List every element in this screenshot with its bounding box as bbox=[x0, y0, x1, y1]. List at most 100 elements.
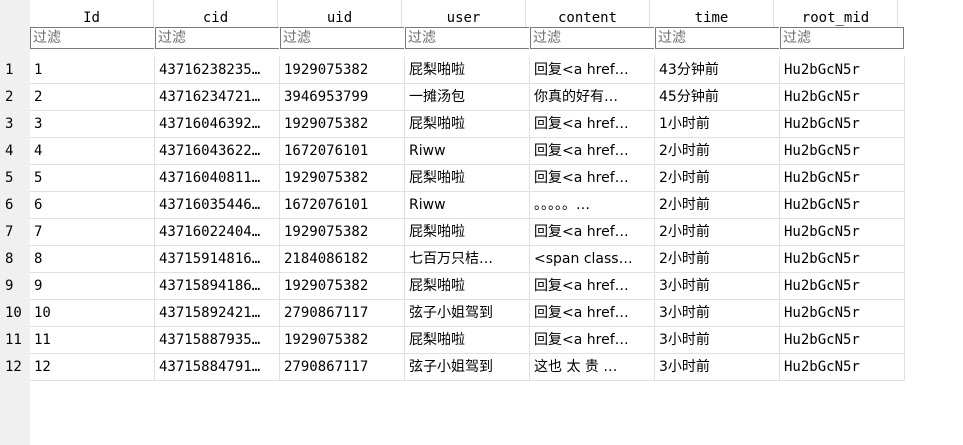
cell-time[interactable]: 2小时前 bbox=[655, 246, 780, 273]
cell-cid[interactable]: 43716238235… bbox=[155, 57, 280, 84]
cell-root-mid[interactable]: Hu2bGcN5r bbox=[780, 300, 905, 327]
cell-uid[interactable]: 1929075382 bbox=[280, 57, 405, 84]
table-row[interactable]: 7 7 43716022404… 1929075382 屁梨啪啦 回复<a hr… bbox=[0, 219, 905, 246]
filter-input-uid[interactable] bbox=[280, 27, 404, 49]
cell-uid[interactable]: 1929075382 bbox=[280, 219, 405, 246]
cell-cid[interactable]: 43716043622… bbox=[155, 138, 280, 165]
cell-id[interactable]: 6 bbox=[30, 192, 155, 219]
cell-time[interactable]: 1小时前 bbox=[655, 111, 780, 138]
cell-id[interactable]: 10 bbox=[30, 300, 155, 327]
row-number[interactable]: 11 bbox=[0, 327, 30, 354]
cell-user[interactable]: 屁梨啪啦 bbox=[405, 165, 530, 192]
cell-time[interactable]: 45分钟前 bbox=[655, 84, 780, 111]
cell-uid[interactable]: 1672076101 bbox=[280, 138, 405, 165]
row-number[interactable]: 12 bbox=[0, 354, 30, 381]
cell-uid[interactable]: 3946953799 bbox=[280, 84, 405, 111]
row-number[interactable]: 4 bbox=[0, 138, 30, 165]
row-number[interactable]: 1 bbox=[0, 57, 30, 84]
cell-id[interactable]: 4 bbox=[30, 138, 155, 165]
cell-content[interactable]: 回复<a href… bbox=[530, 273, 655, 300]
row-number[interactable]: 9 bbox=[0, 273, 30, 300]
row-number[interactable]: 7 bbox=[0, 219, 30, 246]
table-row[interactable]: 4 4 43716043622… 1672076101 Riww 回复<a hr… bbox=[0, 138, 905, 165]
cell-user[interactable]: Riww bbox=[405, 138, 530, 165]
cell-user[interactable]: 弦子小姐驾到 bbox=[405, 300, 530, 327]
row-number[interactable]: 3 bbox=[0, 111, 30, 138]
cell-cid[interactable]: 43715884791… bbox=[155, 354, 280, 381]
cell-id[interactable]: 12 bbox=[30, 354, 155, 381]
column-header-uid[interactable]: uid bbox=[278, 0, 402, 27]
cell-root-mid[interactable]: Hu2bGcN5r bbox=[780, 84, 905, 111]
cell-content[interactable]: 你真的好有… bbox=[530, 84, 655, 111]
cell-time[interactable]: 3小时前 bbox=[655, 273, 780, 300]
column-header-root-mid[interactable]: root_mid bbox=[774, 0, 898, 27]
cell-id[interactable]: 3 bbox=[30, 111, 155, 138]
cell-cid[interactable]: 43716035446… bbox=[155, 192, 280, 219]
row-number[interactable]: 8 bbox=[0, 246, 30, 273]
cell-uid[interactable]: 2790867117 bbox=[280, 300, 405, 327]
cell-cid[interactable]: 43715914816… bbox=[155, 246, 280, 273]
cell-time[interactable]: 2小时前 bbox=[655, 219, 780, 246]
cell-uid[interactable]: 2184086182 bbox=[280, 246, 405, 273]
cell-root-mid[interactable]: Hu2bGcN5r bbox=[780, 138, 905, 165]
cell-id[interactable]: 8 bbox=[30, 246, 155, 273]
table-row[interactable]: 11 11 43715887935… 1929075382 屁梨啪啦 回复<a … bbox=[0, 327, 905, 354]
cell-root-mid[interactable]: Hu2bGcN5r bbox=[780, 219, 905, 246]
cell-time[interactable]: 2小时前 bbox=[655, 192, 780, 219]
cell-uid[interactable]: 1929075382 bbox=[280, 165, 405, 192]
cell-uid[interactable]: 1672076101 bbox=[280, 192, 405, 219]
cell-user[interactable]: 屁梨啪啦 bbox=[405, 111, 530, 138]
cell-root-mid[interactable]: Hu2bGcN5r bbox=[780, 165, 905, 192]
cell-cid[interactable]: 43715892421… bbox=[155, 300, 280, 327]
cell-id[interactable]: 2 bbox=[30, 84, 155, 111]
cell-user[interactable]: 一摊汤包 bbox=[405, 84, 530, 111]
cell-root-mid[interactable]: Hu2bGcN5r bbox=[780, 354, 905, 381]
table-row[interactable]: 1 1 43716238235… 1929075382 屁梨啪啦 回复<a hr… bbox=[0, 57, 905, 84]
cell-cid[interactable]: 43716234721… bbox=[155, 84, 280, 111]
cell-root-mid[interactable]: Hu2bGcN5r bbox=[780, 273, 905, 300]
cell-user[interactable]: Riww bbox=[405, 192, 530, 219]
cell-content[interactable]: 回复<a href… bbox=[530, 138, 655, 165]
cell-id[interactable]: 1 bbox=[30, 57, 155, 84]
cell-cid[interactable]: 43716040811… bbox=[155, 165, 280, 192]
cell-cid[interactable]: 43715894186… bbox=[155, 273, 280, 300]
table-row[interactable]: 6 6 43716035446… 1672076101 Riww 。。。。。… … bbox=[0, 192, 905, 219]
cell-root-mid[interactable]: Hu2bGcN5r bbox=[780, 111, 905, 138]
cell-content[interactable]: 回复<a href… bbox=[530, 300, 655, 327]
filter-input-cid[interactable] bbox=[155, 27, 279, 49]
cell-root-mid[interactable]: Hu2bGcN5r bbox=[780, 327, 905, 354]
row-number[interactable]: 2 bbox=[0, 84, 30, 111]
cell-uid[interactable]: 1929075382 bbox=[280, 111, 405, 138]
cell-uid[interactable]: 2790867117 bbox=[280, 354, 405, 381]
cell-cid[interactable]: 43715887935… bbox=[155, 327, 280, 354]
cell-content[interactable]: 回复<a href… bbox=[530, 165, 655, 192]
cell-content[interactable]: 回复<a href… bbox=[530, 57, 655, 84]
filter-input-user[interactable] bbox=[405, 27, 529, 49]
cell-user[interactable]: 屁梨啪啦 bbox=[405, 219, 530, 246]
cell-time[interactable]: 43分钟前 bbox=[655, 57, 780, 84]
cell-id[interactable]: 11 bbox=[30, 327, 155, 354]
table-row[interactable]: 8 8 43715914816… 2184086182 七百万只桔… <span… bbox=[0, 246, 905, 273]
cell-root-mid[interactable]: Hu2bGcN5r bbox=[780, 246, 905, 273]
column-header-id[interactable]: Id bbox=[30, 0, 154, 27]
cell-user[interactable]: 屁梨啪啦 bbox=[405, 57, 530, 84]
cell-user[interactable]: 屁梨啪啦 bbox=[405, 327, 530, 354]
cell-time[interactable]: 2小时前 bbox=[655, 138, 780, 165]
table-row[interactable]: 9 9 43715894186… 1929075382 屁梨啪啦 回复<a hr… bbox=[0, 273, 905, 300]
cell-root-mid[interactable]: Hu2bGcN5r bbox=[780, 192, 905, 219]
row-number[interactable]: 10 bbox=[0, 300, 30, 327]
cell-user[interactable]: 屁梨啪啦 bbox=[405, 273, 530, 300]
cell-root-mid[interactable]: Hu2bGcN5r bbox=[780, 57, 905, 84]
cell-content[interactable]: 回复<a href… bbox=[530, 219, 655, 246]
table-row[interactable]: 5 5 43716040811… 1929075382 屁梨啪啦 回复<a hr… bbox=[0, 165, 905, 192]
filter-input-id[interactable] bbox=[30, 27, 154, 49]
cell-cid[interactable]: 43716022404… bbox=[155, 219, 280, 246]
cell-cid[interactable]: 43716046392… bbox=[155, 111, 280, 138]
cell-id[interactable]: 5 bbox=[30, 165, 155, 192]
cell-time[interactable]: 3小时前 bbox=[655, 327, 780, 354]
cell-time[interactable]: 3小时前 bbox=[655, 300, 780, 327]
cell-content[interactable]: 。。。。。… bbox=[530, 192, 655, 219]
column-header-time[interactable]: time bbox=[650, 0, 774, 27]
cell-uid[interactable]: 1929075382 bbox=[280, 273, 405, 300]
cell-content[interactable]: <span class… bbox=[530, 246, 655, 273]
